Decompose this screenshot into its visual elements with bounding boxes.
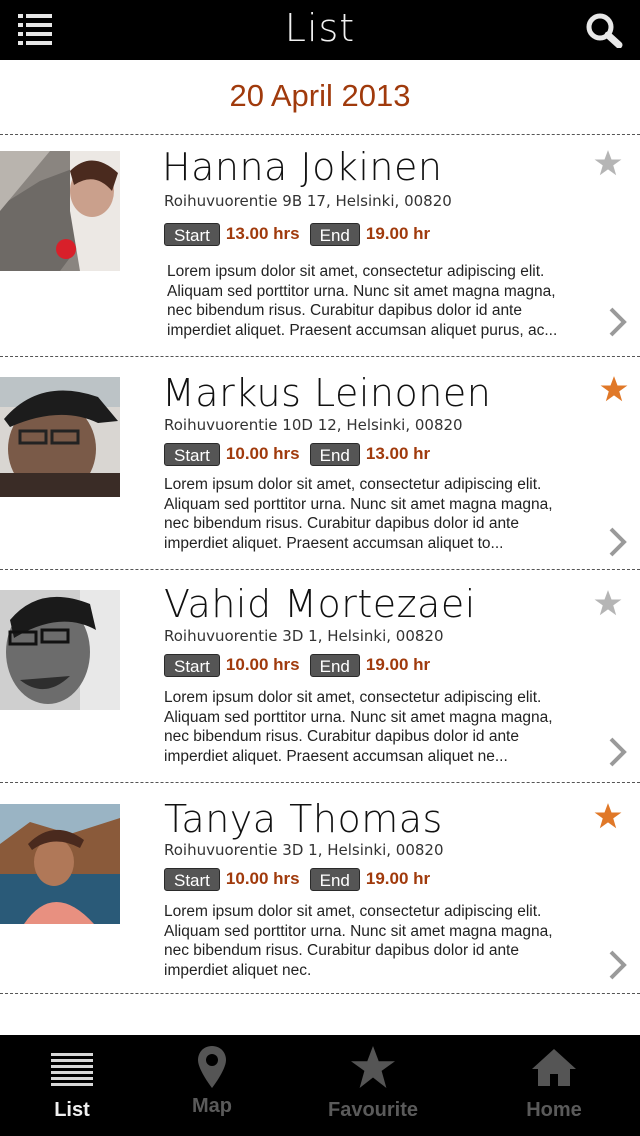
tab-label: Favourite	[327, 1099, 419, 1121]
divider	[0, 993, 640, 994]
tab-label: Home	[526, 1099, 582, 1121]
star-icon[interactable]	[594, 149, 622, 177]
end-badge: End	[309, 222, 360, 246]
address: Roihuvuorentie 10D 12, Helsinki, 00820	[164, 416, 463, 434]
end-badge: End	[309, 442, 360, 466]
home-icon	[532, 1049, 576, 1086]
time-row: Start 10.00 hrs End 19.00 hr	[164, 867, 440, 891]
list-item[interactable]: Markus Leinonen Roihuvuorentie 10D 12, H…	[0, 357, 640, 569]
chevron-right-icon[interactable]	[606, 736, 628, 768]
list-icon	[51, 1053, 93, 1086]
avatar	[0, 151, 120, 271]
start-time: 10.00 hrs	[225, 444, 300, 463]
end-time: 19.00 hr	[365, 224, 431, 243]
address: Roihuvuorentie 9B 17, Helsinki, 00820	[164, 192, 452, 210]
date-heading: 20 April 2013	[229, 78, 411, 113]
page-title: List	[284, 6, 356, 50]
list-item[interactable]: Vahid Mortezaei Roihuvuorentie 3D 1, Hel…	[0, 570, 640, 782]
end-badge: End	[309, 653, 360, 677]
chevron-right-icon[interactable]	[606, 306, 628, 338]
top-bar: List	[0, 0, 640, 60]
time-row: Start 10.00 hrs End 19.00 hr	[164, 653, 440, 677]
avatar	[0, 804, 120, 924]
search-icon[interactable]	[584, 12, 624, 49]
start-time: 10.00 hrs	[225, 869, 300, 888]
star-icon	[351, 1045, 395, 1089]
start-time: 10.00 hrs	[225, 655, 300, 674]
address: Roihuvuorentie 3D 1, Helsinki, 00820	[164, 841, 444, 859]
tab-list[interactable]: List	[12, 1035, 132, 1136]
start-badge: Start	[164, 867, 220, 891]
tab-home[interactable]: Home	[494, 1035, 614, 1136]
end-time: 13.00 hr	[365, 444, 431, 463]
end-time: 19.00 hr	[365, 655, 431, 674]
tab-favourite[interactable]: Favourite	[303, 1035, 443, 1136]
time-row: Start 13.00 hrs End 19.00 hr	[164, 222, 440, 246]
tab-bar: List Map Favourite Home	[0, 1035, 640, 1136]
avatar	[0, 377, 120, 497]
person-name: Hanna Jokinen	[162, 145, 443, 189]
end-badge: End	[309, 867, 360, 891]
description: Lorem ipsum dolor sit amet, consectetur …	[167, 263, 558, 339]
description: Lorem ipsum dolor sit amet, consectetur …	[164, 903, 553, 979]
start-badge: Start	[164, 222, 220, 246]
chevron-right-icon[interactable]	[606, 949, 628, 981]
list-item[interactable]: Hanna Jokinen Roihuvuorentie 9B 17, Hels…	[0, 135, 640, 356]
end-time: 19.00 hr	[365, 869, 431, 888]
description: Lorem ipsum dolor sit amet, consectetur …	[164, 689, 553, 765]
person-name: Tanya Thomas	[164, 797, 443, 841]
description: Lorem ipsum dolor sit amet, consectetur …	[164, 476, 553, 552]
list-item[interactable]: Tanya Thomas Roihuvuorentie 3D 1, Helsin…	[0, 783, 640, 993]
start-badge: Start	[164, 653, 220, 677]
tab-map[interactable]: Map	[152, 1035, 272, 1136]
person-name: Vahid Mortezaei	[164, 582, 476, 626]
start-time: 13.00 hrs	[225, 224, 300, 243]
tab-label: List	[54, 1099, 90, 1121]
tab-label: Map	[192, 1095, 232, 1117]
star-icon[interactable]	[594, 589, 622, 617]
start-badge: Start	[164, 442, 220, 466]
chevron-right-icon[interactable]	[606, 526, 628, 558]
person-name: Markus Leinonen	[162, 371, 492, 415]
map-pin-icon	[198, 1046, 226, 1088]
star-icon[interactable]	[600, 375, 628, 403]
time-row: Start 10.00 hrs End 13.00 hr	[164, 442, 440, 466]
star-icon[interactable]	[594, 802, 622, 830]
address: Roihuvuorentie 3D 1, Helsinki, 00820	[164, 627, 444, 645]
avatar	[0, 590, 120, 710]
